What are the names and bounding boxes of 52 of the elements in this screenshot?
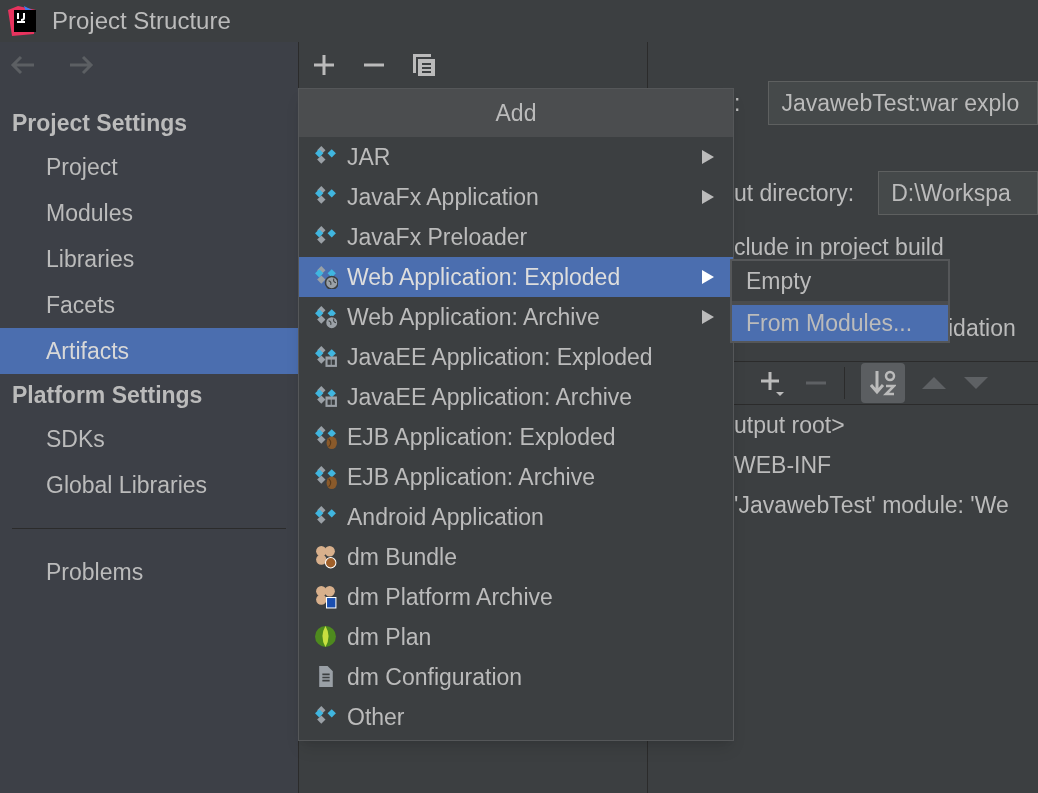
artifact-icon (314, 425, 338, 449)
menu-item[interactable]: Web Application: Exploded (299, 257, 733, 297)
section-heading: Platform Settings (11, 380, 204, 410)
tree-item[interactable]: 'JavawebTest' module: 'We (734, 485, 1009, 525)
menu-item[interactable]: JavaFx Preloader (299, 217, 733, 257)
menu-item[interactable]: JavaFx Application (299, 177, 733, 217)
field-label: ut directory: (734, 178, 855, 208)
add-icon[interactable] (311, 52, 337, 78)
artifact-icon (314, 385, 338, 409)
move-down-icon[interactable] (963, 376, 989, 390)
menu-item[interactable]: EJB Application: Exploded (299, 417, 733, 457)
artifact-icon (314, 265, 338, 289)
output-directory-field[interactable]: D:\Workspa (878, 171, 1038, 215)
sidebar-item[interactable]: SDKs (0, 416, 298, 462)
copy-icon[interactable] (411, 52, 437, 78)
sidebar-item[interactable]: Libraries (0, 236, 298, 282)
bundle-icon (314, 545, 338, 569)
sidebar-item[interactable]: Global Libraries (0, 462, 298, 508)
window-title: Project Structure (52, 6, 231, 36)
section-heading: Project Settings (11, 108, 189, 138)
move-up-icon[interactable] (921, 376, 947, 390)
sort-button[interactable] (861, 363, 905, 403)
sort-icon (870, 370, 896, 396)
tree-item[interactable]: WEB-INF (734, 445, 832, 485)
menu-item[interactable]: EJB Application: Archive (299, 457, 733, 497)
sidebar-item[interactable]: Artifacts (0, 328, 298, 374)
menu-header: Add (299, 89, 733, 137)
artifact-icon (314, 305, 338, 329)
menu-item[interactable]: Other (299, 697, 733, 737)
checkbox-label: idation (948, 313, 1016, 343)
sidebar-item[interactable]: Problems (0, 549, 298, 595)
menu-item[interactable]: dm Plan (299, 617, 733, 657)
menu-item[interactable]: JAR (299, 137, 733, 177)
sidebar-item[interactable]: Facets (0, 282, 298, 328)
field-label: : (734, 88, 741, 118)
sidebar-item[interactable]: Modules (0, 190, 298, 236)
checkbox-label: clude in project build (734, 233, 944, 262)
menu-item[interactable]: dm Configuration (299, 657, 733, 697)
menu-item[interactable]: JavaEE Application: Exploded (299, 337, 733, 377)
artifact-icon (314, 345, 338, 369)
artifact-icon (314, 465, 338, 489)
menu-item[interactable]: dm Bundle (299, 537, 733, 577)
menu-item[interactable]: JavaEE Application: Archive (299, 377, 733, 417)
menu-item[interactable]: Empty (732, 261, 948, 301)
menu-item[interactable]: Web Application: Archive (299, 297, 733, 337)
tree-item[interactable]: utput root> (734, 405, 845, 445)
menu-item[interactable]: Android Application (299, 497, 733, 537)
menu-item[interactable]: dm Platform Archive (299, 577, 733, 617)
type-field[interactable]: JavawebTest:war explo (768, 81, 1038, 125)
sidebar-item[interactable]: Project (0, 144, 298, 190)
globe-icon (314, 625, 338, 649)
bundle-icon (314, 585, 338, 609)
